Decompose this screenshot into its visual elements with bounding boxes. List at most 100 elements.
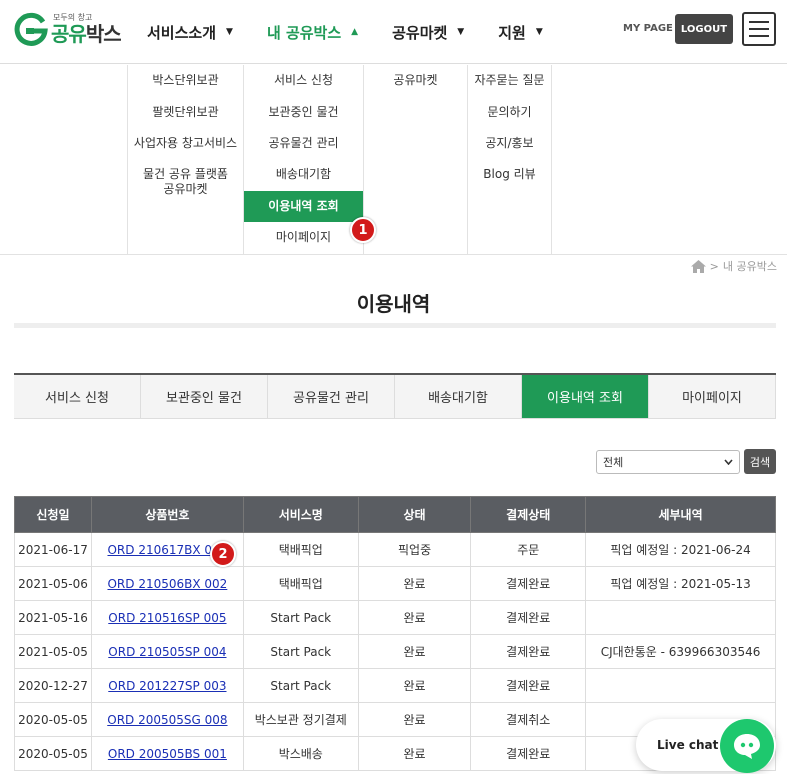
mega-link-pallet-storage[interactable]: 팔렛단위보관 [128,105,243,120]
tab-shared-items[interactable]: 공유물건 관리 [268,375,395,419]
cell-payment: 결제완료 [470,634,587,669]
cell-date: 2020-05-05 [14,702,92,737]
cell-date: 2021-05-05 [14,634,92,669]
cell-service: 박스보관 정기결제 [242,702,359,737]
order-link[interactable]: ORD 210516SP 005 [108,611,226,625]
mega-col-support: 자주묻는 질문 문의하기 공지/홍보 Blog 리뷰 [467,65,552,255]
page-title: 이용내역 [356,292,431,316]
mega-col-service: 박스단위보관 팔렛단위보관 사업자용 창고서비스 물건 공유 플랫폼 공유마켓 [127,65,243,255]
home-icon[interactable] [690,259,706,273]
chat-bubble-icon[interactable] [720,719,774,773]
cell-details: 픽업 예정일 : 2021-05-13 [585,566,776,601]
cell-details: 픽업 예정일 : 2021-06-24 [585,532,776,567]
logo-title: 공유박스 [51,22,122,46]
cell-order: ORD 210516SP 005 [90,600,244,635]
nav-share-market[interactable]: 공유마켓 ▼ [375,0,481,64]
cell-payment: 주문 [470,532,587,567]
mega-col-market: 공유마켓 [363,65,467,255]
tab-mypage[interactable]: 마이페이지 [649,375,776,419]
cell-status: 완료 [357,566,472,601]
cell-status: 완료 [357,702,472,737]
cell-payment: 결제완료 [470,668,587,703]
mega-link-mypage[interactable]: 마이페이지 [244,230,363,245]
mega-link-faq[interactable]: 자주묻는 질문 [468,73,551,88]
cell-order: ORD 210505SP 004 [90,634,244,669]
breadcrumb: > 내 공유박스 [690,258,777,274]
col-service-name: 서비스명 [242,496,359,533]
mega-link-box-storage[interactable]: 박스단위보관 [128,73,243,88]
nav-my-sharebox[interactable]: 내 공유박스 ▲ [250,0,375,64]
order-link[interactable]: ORD 200505SG 008 [107,713,227,727]
nav-label: 지원 [498,23,526,42]
cell-status: 완료 [357,600,472,635]
mega-link-business-warehouse[interactable]: 사업자용 창고서비스 [128,136,243,151]
cell-details [585,600,776,635]
cell-date: 2021-05-06 [14,566,92,601]
search-button[interactable]: 검색 [744,449,776,474]
order-link[interactable]: ORD 201227SP 003 [108,679,226,693]
cell-payment: 결제취소 [470,702,587,737]
cell-status: 완료 [357,668,472,703]
cell-service: 박스배송 [242,736,359,771]
step-badge-2: 2 [210,541,236,567]
logo[interactable]: 모두의 창고 공유박스 [14,11,122,47]
tab-service-apply[interactable]: 서비스 신청 [14,375,141,419]
logo-title-dark: 박스 [85,22,122,46]
cell-status: 완료 [357,736,472,771]
cell-date: 2020-12-27 [14,668,92,703]
order-link[interactable]: ORD 210506BX 002 [107,577,227,591]
logo-g-icon [14,12,48,46]
col-status: 상태 [357,496,472,533]
cell-status: 완료 [357,634,472,669]
cell-order: ORD 210506BX 002 [90,566,244,601]
caret-up-icon: ▲ [351,27,359,37]
mega-link-blog-review[interactable]: Blog 리뷰 [468,167,551,182]
mypage-link[interactable]: MY PAGE [623,23,673,34]
order-link[interactable]: ORD 200505BS 001 [108,747,227,761]
nav-support[interactable]: 지원 ▼ [481,0,560,64]
cell-date: 2021-06-17 [14,532,92,567]
cell-service: Start Pack [242,600,359,635]
col-apply-date: 신청일 [14,496,92,533]
livechat-label: Live chat [657,738,719,752]
cell-service: Start Pack [242,634,359,669]
hamburger-menu-icon[interactable] [742,12,776,46]
nav-label: 내 공유박스 [266,23,342,42]
caret-down-icon: ▼ [457,27,465,37]
tab-stored-items[interactable]: 보관중인 물건 [141,375,268,419]
mega-menu: 박스단위보관 팔렛단위보관 사업자용 창고서비스 물건 공유 플랫폼 공유마켓 … [0,65,787,255]
mega-link-share-platform[interactable]: 물건 공유 플랫폼 공유마켓 [128,167,243,197]
header: 모두의 창고 공유박스 서비스소개 ▼ 내 공유박스 ▲ 공유마켓 ▼ 지원 ▼ MY … [0,0,787,64]
table-row: 2020-12-27 ORD 201227SP 003 Start Pack 완… [14,668,776,703]
tab-delivery-box[interactable]: 배송대기함 [395,375,522,419]
mega-link-notice[interactable]: 공지/홍보 [468,136,551,151]
cell-date: 2020-05-05 [14,736,92,771]
nav-service-intro[interactable]: 서비스소개 ▼ [130,0,250,64]
cell-payment: 결제완료 [470,600,587,635]
mega-link-inquiry[interactable]: 문의하기 [468,105,551,120]
cell-status: 픽업중 [357,532,472,567]
col-details: 세부내역 [585,496,776,533]
mega-link-usage-history[interactable]: 이용내역 조회 [244,191,363,222]
status-filter-select[interactable]: 전체 [596,450,740,474]
breadcrumb-current[interactable]: 내 공유박스 [723,258,777,274]
cell-service: 택배픽업 [242,532,359,567]
sub-tabs: 서비스 신청 보관중인 물건 공유물건 관리 배송대기함 이용내역 조회 마이페… [14,373,776,419]
mega-link-service-apply[interactable]: 서비스 신청 [244,73,363,88]
title-divider [14,323,776,328]
main-nav: 서비스소개 ▼ 내 공유박스 ▲ 공유마켓 ▼ 지원 ▼ [130,0,560,64]
chevron-down-icon [724,459,733,465]
mega-link-delivery-box[interactable]: 배송대기함 [244,167,363,182]
mega-link-share-market[interactable]: 공유마켓 [364,73,467,88]
cell-service: Start Pack [242,668,359,703]
filter-selected-value: 전체 [603,456,624,469]
tab-usage-history[interactable]: 이용내역 조회 [522,375,649,419]
order-link[interactable]: ORD 210505SP 004 [108,645,226,659]
cell-payment: 결제완료 [470,566,587,601]
cell-order: ORD 201227SP 003 [90,668,244,703]
col-product-number: 상품번호 [90,496,244,533]
mega-link-shared-items[interactable]: 공유물건 관리 [244,136,363,151]
logout-button[interactable]: LOGOUT [675,14,733,44]
table-header-row: 신청일 상품번호 서비스명 상태 결제상태 세부내역 [14,496,776,533]
mega-link-stored-items[interactable]: 보관중인 물건 [244,105,363,120]
